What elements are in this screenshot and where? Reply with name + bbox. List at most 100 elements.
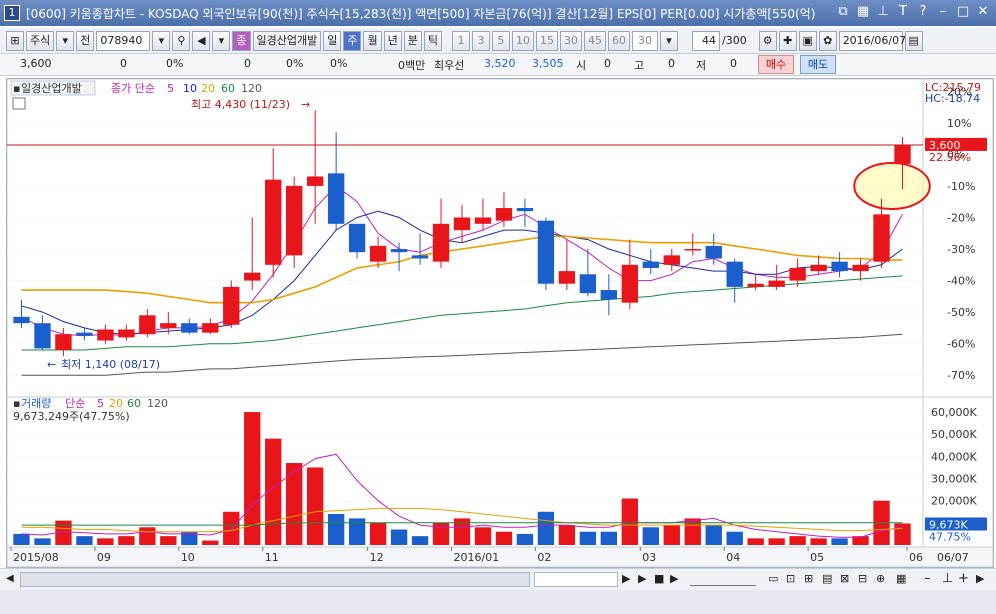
tile-icon[interactable]: ▦ (856, 4, 870, 20)
price-legend-name[interactable]: 일경산업개발 (21, 81, 82, 95)
candle-body (495, 208, 513, 221)
candle-body (390, 249, 408, 253)
grid-toggle-icon[interactable] (12, 97, 26, 110)
open-value: 0 (604, 57, 611, 70)
interval-15[interactable]: 15 (535, 30, 558, 51)
company-prefix-badge: 종 (232, 30, 251, 51)
close-icon[interactable]: ✕ (976, 4, 990, 20)
interval-1[interactable]: 1 (451, 30, 470, 51)
chart-canvas[interactable]: 20%10%0%-10%-20%-30%-40%-50%-60%-70% ▪ 일… (6, 78, 994, 568)
volume-legend-ma[interactable]: 단순 (65, 397, 85, 410)
scrollbar-thumb[interactable] (534, 572, 618, 587)
x-tick-label: 02 (537, 551, 551, 564)
volume-legend-ma60[interactable]: 60 (127, 397, 141, 410)
scroll-right-icon[interactable]: ▶ (976, 572, 984, 585)
price-legend-ma120[interactable]: 120 (241, 82, 262, 95)
zoom-in-icon[interactable]: + (958, 571, 969, 586)
price-legend-ma5[interactable]: 5 (167, 82, 174, 95)
interval-dropdown-icon[interactable]: ▾ (659, 30, 678, 51)
period-day-tab[interactable]: 일 (323, 30, 342, 51)
prev-button[interactable]: 전 (76, 30, 95, 51)
period-week-tab[interactable]: 주 (343, 30, 362, 51)
candle-body (55, 334, 72, 350)
chart-toolbar: ⊞ 주식 ▾ 전 078940 ▾ ⚲ ◀ ▾ 종 일경산업개발 일 주 월 년… (0, 28, 996, 54)
pin-icon[interactable]: ⊥ (876, 4, 890, 20)
interval-3[interactable]: 3 (471, 30, 490, 51)
volume-legend-ma20[interactable]: 20 (109, 397, 123, 410)
interval-10[interactable]: 10 (511, 30, 534, 51)
ratio-pct: 0% (330, 57, 348, 70)
zoom-slider[interactable] (690, 573, 756, 586)
chart-tool-icon-3[interactable]: ⊞ (804, 572, 813, 585)
play-step-icon[interactable]: ▶ (638, 572, 646, 585)
crosshair-icon[interactable]: ✚ (778, 30, 797, 51)
interval-5[interactable]: 5 (491, 30, 510, 51)
period-minute-tab[interactable]: 분 (403, 30, 422, 51)
fast-forward-icon[interactable]: ▶ (670, 572, 678, 585)
sound-icon[interactable]: ◀ (192, 30, 211, 51)
date-input[interactable]: 2016/06/07 (838, 30, 906, 51)
sell-button[interactable]: 매도 (800, 55, 836, 74)
zoom-reset-icon[interactable]: ⊥ (942, 571, 953, 586)
chart-tool-icon-4[interactable]: ▤ (822, 572, 832, 585)
chart-area[interactable]: 20% 10% 0% -10% -20% -30% -40% -50% -60% -70% ▪ 일… (6, 78, 994, 568)
restore-icon[interactable]: ⧉ (836, 4, 850, 20)
volume-bar (327, 513, 345, 545)
search-icon[interactable]: ⚲ (172, 30, 191, 51)
window-index[interactable]: 1 (4, 5, 20, 21)
chart-tool-icon-2[interactable]: ⊡ (786, 572, 795, 585)
price-legend-ma20[interactable]: 20 (201, 82, 215, 95)
help-icon[interactable]: ? (916, 4, 930, 20)
volume-y-tick: 20,000K (931, 495, 977, 508)
chart-tool-icon-8[interactable]: ▦ (896, 572, 906, 585)
minimize-icon[interactable]: – (936, 4, 950, 20)
volume-y-tick: 60,000K (931, 406, 977, 419)
trade-amount: 0백만 (398, 59, 426, 72)
chart-tool-icon-6[interactable]: ⊟ (858, 572, 867, 585)
zoom-out-icon[interactable]: – (924, 571, 931, 586)
code-dropdown-icon[interactable]: ▾ (152, 30, 171, 51)
price-legend-ma[interactable]: 종가 단순 (111, 82, 155, 95)
chevron-down-icon[interactable]: ▾ (56, 30, 75, 51)
indicator-icon[interactable]: ⚙ (758, 30, 777, 51)
candle-body (432, 223, 450, 262)
font-icon[interactable]: T (896, 4, 910, 20)
interval-60[interactable]: 60 (607, 30, 630, 51)
price-legend-ma10[interactable]: 10 (183, 82, 197, 95)
interval-30[interactable]: 30 (559, 30, 582, 51)
candle-body (831, 261, 848, 272)
scroll-left-icon[interactable]: ◀ (6, 573, 14, 584)
quote-bar: 3,600 0 0% 0 0% 0% 0백만 최우선 3,520 3,505 시… (0, 54, 996, 76)
save-icon[interactable]: ▣ (798, 30, 817, 51)
volume-bar (747, 538, 764, 545)
volume-legend-ma120[interactable]: 120 (147, 397, 168, 410)
stop-icon[interactable]: ■ (654, 572, 664, 585)
price-legend-ma60[interactable]: 60 (221, 82, 235, 95)
maximize-icon[interactable]: □ (956, 4, 970, 20)
market-select[interactable]: 주식 (26, 30, 55, 51)
volume-bar (76, 536, 93, 545)
sound-dropdown-icon[interactable]: ▾ (212, 30, 231, 51)
volume-y-tick: 50,000K (931, 428, 977, 441)
play-back-icon[interactable]: ▶ (622, 572, 630, 585)
period-tick-tab[interactable]: 틱 (423, 30, 442, 51)
volume-legend-name[interactable]: 거래량 (21, 397, 51, 410)
horizontal-scrollbar[interactable] (20, 572, 530, 587)
period-month-tab[interactable]: 월 (363, 30, 382, 51)
chart-tool-icon-7[interactable]: ⊕ (876, 572, 885, 585)
buy-button[interactable]: 매수 (758, 55, 794, 74)
volume-y-tick: 40,000K (931, 450, 977, 463)
data-count-input[interactable]: 44 (691, 30, 720, 51)
price-panel[interactable] (6, 78, 924, 398)
layout-icon[interactable]: ⊞ (6, 30, 24, 51)
interval-input[interactable]: 30 (631, 30, 658, 51)
interval-45[interactable]: 45 (583, 30, 606, 51)
period-year-tab[interactable]: 년 (383, 30, 402, 51)
calendar-icon[interactable]: ▤ (904, 30, 923, 51)
chart-tool-icon-5[interactable]: ⊠ (840, 572, 849, 585)
settings-icon[interactable]: ✿ (818, 30, 837, 51)
chart-tool-icon-1[interactable]: ▭ (768, 572, 778, 585)
volume-legend-ma5[interactable]: 5 (97, 397, 104, 410)
company-name-button[interactable]: 일경산업개발 (252, 30, 322, 51)
stock-code-input[interactable]: 078940 (96, 30, 151, 51)
